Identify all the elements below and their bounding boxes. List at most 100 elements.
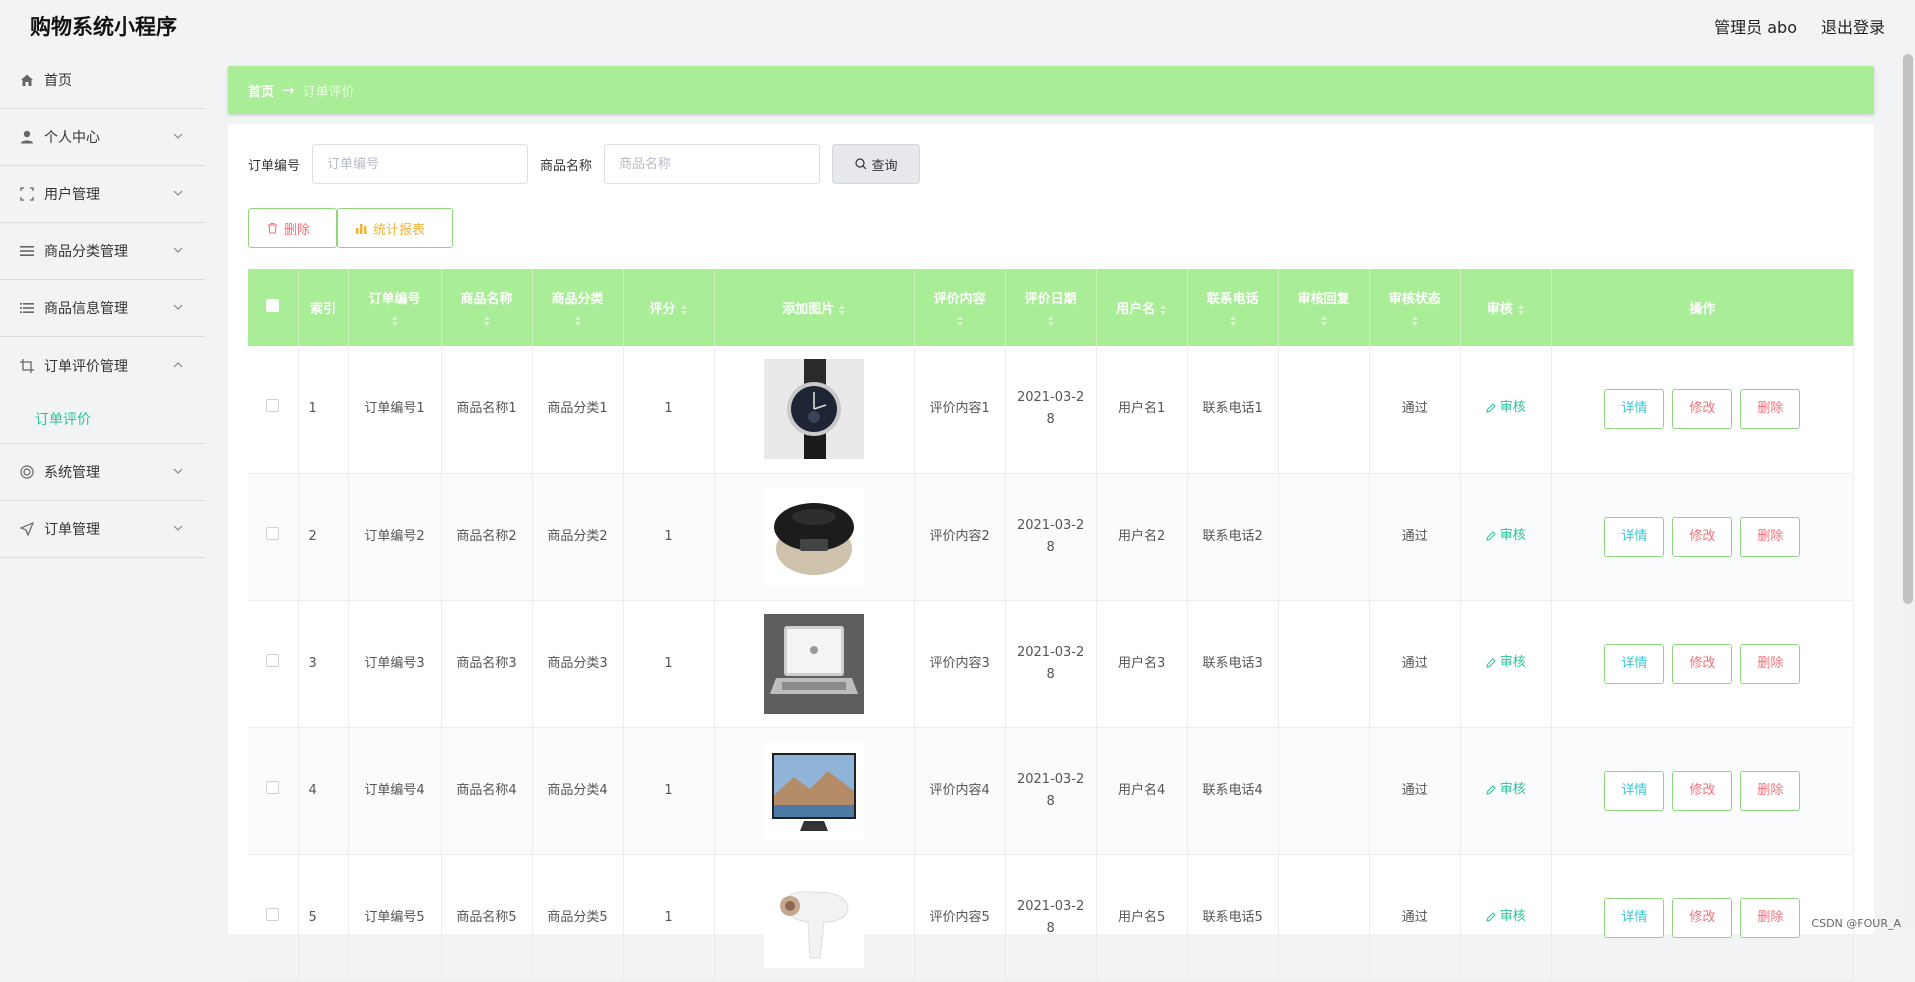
delete-button[interactable]: 删除 xyxy=(1740,771,1800,811)
select-all-checkbox[interactable] xyxy=(266,299,279,312)
breadcrumb-home[interactable]: 首页 xyxy=(248,81,274,100)
scroll-thumb[interactable] xyxy=(1903,54,1913,604)
cell-username: 用户名4 xyxy=(1096,727,1187,854)
cell-image xyxy=(714,727,914,854)
product-image xyxy=(764,402,864,417)
row-checkbox[interactable] xyxy=(266,908,279,921)
header-status[interactable]: 审核状态 xyxy=(1369,269,1460,346)
header-order-no[interactable]: 订单编号 xyxy=(348,269,441,346)
detail-button[interactable]: 详情 xyxy=(1604,389,1664,429)
edit-button[interactable]: 修改 xyxy=(1672,771,1732,811)
audit-link[interactable]: 审核 xyxy=(1486,397,1526,419)
detail-button[interactable]: 详情 xyxy=(1604,898,1664,938)
header-content[interactable]: 评价内容 xyxy=(914,269,1005,346)
sidebar-item-category-management[interactable]: 商品分类管理 xyxy=(0,223,205,280)
sidebar-item-label: 商品分类管理 xyxy=(44,241,128,261)
sort-icon xyxy=(838,304,846,316)
cell-index: 3 xyxy=(298,600,348,727)
audit-link[interactable]: 审核 xyxy=(1486,652,1526,674)
order-no-input[interactable] xyxy=(312,144,528,184)
sidebar-item-order-management[interactable]: 订单管理 xyxy=(0,501,205,558)
cell-audit: 审核 xyxy=(1460,473,1551,600)
row-checkbox[interactable] xyxy=(266,399,279,412)
chevron-up-icon xyxy=(173,360,183,370)
cell-status: 通过 xyxy=(1369,473,1460,600)
cell-score: 1 xyxy=(623,346,714,473)
chevron-down-icon xyxy=(173,523,183,533)
date-line-1: 2021-03-2 xyxy=(1006,515,1096,537)
search-icon xyxy=(855,158,867,170)
audit-label: 审核 xyxy=(1500,525,1526,547)
edit-button[interactable]: 修改 xyxy=(1672,898,1732,938)
audit-link[interactable]: 审核 xyxy=(1486,906,1526,928)
batch-delete-button[interactable]: 删除 xyxy=(248,208,337,248)
cell-score: 1 xyxy=(623,854,714,981)
user-icon xyxy=(20,130,34,144)
sidebar-item-order-review-management[interactable]: 订单评价管理 xyxy=(0,337,205,394)
row-select-cell xyxy=(248,600,298,727)
cell-phone: 联系电话3 xyxy=(1187,600,1278,727)
sort-icon xyxy=(1159,304,1167,316)
batch-delete-label: 删除 xyxy=(284,219,310,238)
cell-date: 2021-03-28 xyxy=(1005,346,1096,473)
delete-button[interactable]: 删除 xyxy=(1740,517,1800,557)
cell-audit: 审核 xyxy=(1460,600,1551,727)
cell-operations: 详情修改删除 xyxy=(1551,346,1853,473)
cell-operations: 详情修改删除 xyxy=(1551,727,1853,854)
cell-audit: 审核 xyxy=(1460,854,1551,981)
detail-button[interactable]: 详情 xyxy=(1604,644,1664,684)
header-date[interactable]: 评价日期 xyxy=(1005,269,1096,346)
cell-phone: 联系电话5 xyxy=(1187,854,1278,981)
sidebar-item-system-management[interactable]: 系统管理 xyxy=(0,444,205,501)
sidebar-item-user-management[interactable]: 用户管理 xyxy=(0,166,205,223)
date-line-2: 8 xyxy=(1006,537,1096,559)
audit-link[interactable]: 审核 xyxy=(1486,525,1526,547)
breadcrumb: 首页 → 订单评价 xyxy=(228,66,1874,114)
sidebar-item-label: 个人中心 xyxy=(44,127,100,147)
table-row: 3订单编号3商品名称3商品分类31评价内容32021-03-28用户名3联系电话… xyxy=(248,600,1854,727)
row-checkbox[interactable] xyxy=(266,527,279,540)
chevron-down-icon xyxy=(173,466,183,476)
row-checkbox[interactable] xyxy=(266,781,279,794)
query-label: 查询 xyxy=(872,155,898,174)
cell-operations: 详情修改删除 xyxy=(1551,473,1853,600)
detail-button[interactable]: 详情 xyxy=(1604,517,1664,557)
header-username[interactable]: 用户名 xyxy=(1096,269,1187,346)
sidebar-subitem-order-review[interactable]: 订单评价 xyxy=(0,394,205,444)
logout-link[interactable]: 退出登录 xyxy=(1821,14,1885,38)
header-phone[interactable]: 联系电话 xyxy=(1187,269,1278,346)
table-row: 5订单编号5商品名称5商品分类51评价内容52021-03-28用户名5联系电话… xyxy=(248,854,1854,981)
sidebar-item-goods-management[interactable]: 商品信息管理 xyxy=(0,280,205,337)
header-category[interactable]: 商品分类 xyxy=(532,269,623,346)
cell-goods-name: 商品名称1 xyxy=(441,346,532,473)
header-score[interactable]: 评分 xyxy=(623,269,714,346)
edit-button[interactable]: 修改 xyxy=(1672,644,1732,684)
table-row: 1订单编号1商品名称1商品分类11评价内容12021-03-28用户名1联系电话… xyxy=(248,346,1854,473)
edit-button[interactable]: 修改 xyxy=(1672,517,1732,557)
delete-button[interactable]: 删除 xyxy=(1740,644,1800,684)
product-image xyxy=(764,656,864,671)
delete-button[interactable]: 删除 xyxy=(1740,389,1800,429)
sidebar-item-personal-center[interactable]: 个人中心 xyxy=(0,109,205,166)
edit-button[interactable]: 修改 xyxy=(1672,389,1732,429)
list-icon xyxy=(20,301,34,315)
query-button[interactable]: 查询 xyxy=(832,144,920,184)
row-checkbox[interactable] xyxy=(266,654,279,667)
sidebar-item-label: 商品信息管理 xyxy=(44,298,128,318)
page-scrollbar[interactable] xyxy=(1901,52,1915,934)
date-line-2: 8 xyxy=(1006,918,1096,940)
header-goods-name[interactable]: 商品名称 xyxy=(441,269,532,346)
audit-link[interactable]: 审核 xyxy=(1486,779,1526,801)
sort-icon xyxy=(1229,315,1237,327)
delete-button[interactable]: 删除 xyxy=(1740,898,1800,938)
app-title: 购物系统小程序 xyxy=(30,11,177,41)
header-audit[interactable]: 审核 xyxy=(1460,269,1551,346)
cell-status: 通过 xyxy=(1369,854,1460,981)
sidebar-item-home[interactable]: 首页 xyxy=(0,52,205,109)
stats-report-button[interactable]: 统计报表 xyxy=(337,208,453,248)
header-reply[interactable]: 审核回复 xyxy=(1278,269,1369,346)
sidebar-item-label: 订单管理 xyxy=(44,519,100,539)
detail-button[interactable]: 详情 xyxy=(1604,771,1664,811)
header-image[interactable]: 添加图片 xyxy=(714,269,914,346)
goods-name-input[interactable] xyxy=(604,144,820,184)
